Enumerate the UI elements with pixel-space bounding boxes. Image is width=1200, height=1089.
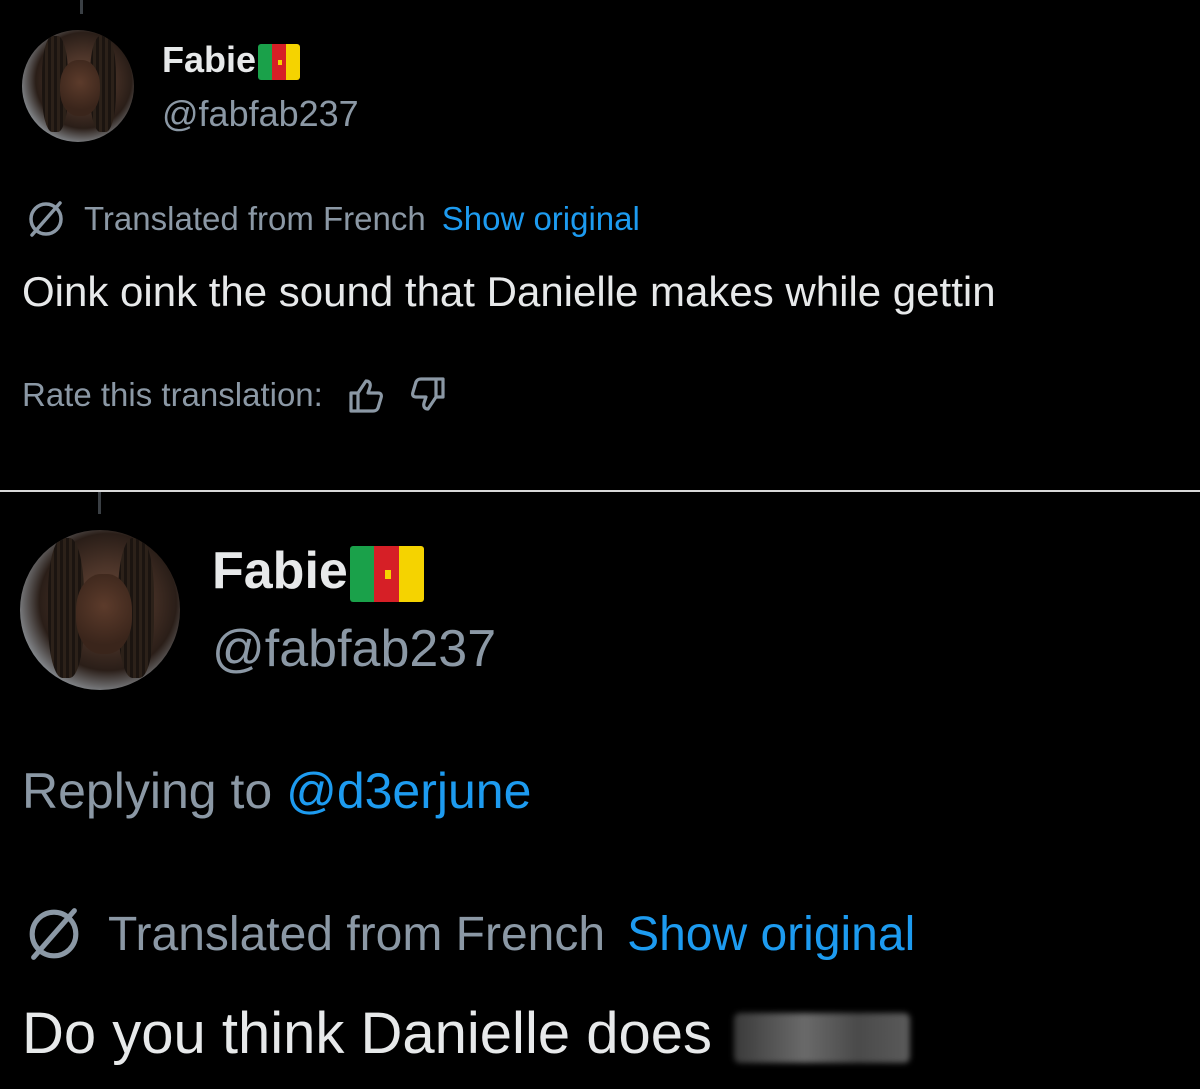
translated-label: Translated from French xyxy=(108,907,606,961)
replying-handle-link[interactable]: @d3erjune xyxy=(286,763,531,819)
display-name[interactable]: Fabie xyxy=(212,542,348,600)
thumbs-down-icon[interactable] xyxy=(407,373,451,417)
cameroon-flag-icon xyxy=(349,546,424,603)
translated-label: Translated from French xyxy=(84,200,426,237)
censored-word-blur xyxy=(734,1012,911,1063)
replying-to-row: Replying to @d3erjune xyxy=(22,760,531,822)
avatar[interactable] xyxy=(22,30,134,142)
display-name[interactable]: Fabie xyxy=(162,39,256,80)
tweet-text: Oink oink the sound that Danielle makes … xyxy=(22,268,996,315)
handle[interactable]: @fabfab237 xyxy=(212,618,496,680)
thread-line xyxy=(98,492,101,514)
avatar[interactable] xyxy=(20,530,180,690)
cameroon-flag-icon xyxy=(258,44,301,81)
replying-prefix: Replying to xyxy=(22,763,273,819)
display-name-row[interactable]: Fabie xyxy=(212,540,424,603)
rate-translation-row: Rate this translation: xyxy=(22,372,451,418)
handle[interactable]: @fabfab237 xyxy=(162,92,359,136)
translation-row: Translated from French Show original xyxy=(22,900,915,968)
show-original-link[interactable]: Show original xyxy=(627,907,915,962)
tweet-top: Fabie @fabfab237 Translated from French … xyxy=(0,0,1200,490)
display-name-row[interactable]: Fabie xyxy=(162,38,301,82)
translation-row: Translated from French Show original xyxy=(24,196,640,242)
thread-line xyxy=(80,0,83,14)
tweet-text-row: Do you think Danielle does xyxy=(22,998,911,1070)
tweet-bottom: Fabie @fabfab237 Replying to @d3erjune T… xyxy=(0,492,1200,1089)
tweet-text: Do you think Danielle does xyxy=(22,1001,712,1066)
translate-globe-icon xyxy=(22,902,86,966)
show-original-link[interactable]: Show original xyxy=(442,200,640,238)
rate-label: Rate this translation: xyxy=(22,376,323,413)
thumbs-up-icon[interactable] xyxy=(343,373,387,417)
translate-globe-icon xyxy=(24,197,68,241)
